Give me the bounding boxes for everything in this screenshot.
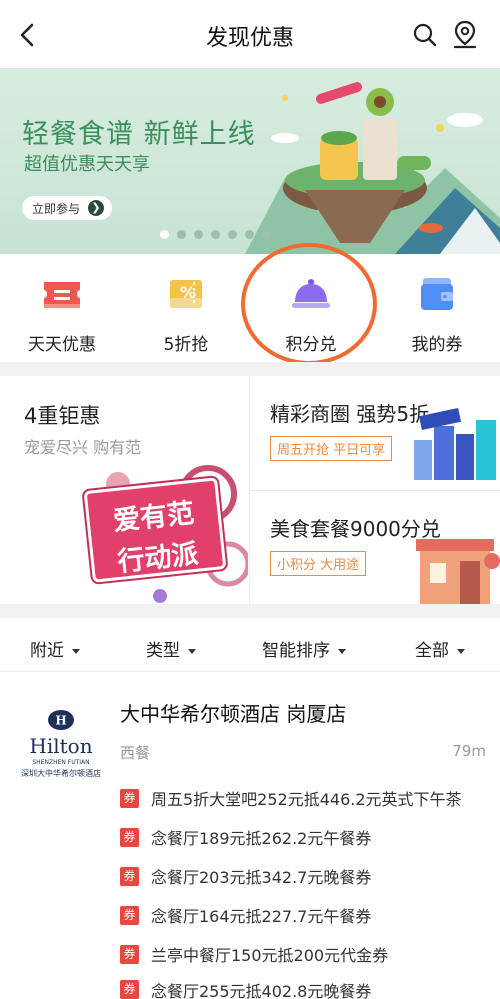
quick-nav-label: 5折抢 xyxy=(163,335,209,355)
top-bar: 发现优惠 xyxy=(0,0,500,68)
caret-down-icon xyxy=(338,648,346,654)
join-button-label: 立即参与 xyxy=(32,201,81,216)
filter-type[interactable]: 类型 xyxy=(146,636,196,661)
coupon-badge: 券 xyxy=(120,827,139,847)
coupon-badge: 券 xyxy=(120,980,139,999)
promo-banner[interactable]: 轻餐食谱 新鲜上线 超值优惠天天享 立即参与 ❯ xyxy=(0,68,500,254)
filter-label: 附近 xyxy=(30,641,64,661)
promo-art-badge: 爱有范 行动派 xyxy=(83,477,227,583)
store-category: 西餐 xyxy=(120,744,151,762)
deal-item[interactable]: 券 念餐厅164元抵227.7元午餐券 xyxy=(120,903,371,927)
caret-down-icon xyxy=(72,648,80,654)
coupon-badge: 券 xyxy=(120,944,139,964)
highlight-circle xyxy=(241,243,377,365)
deal-item[interactable]: 券 念餐厅255元抵402.8元晚餐券 xyxy=(120,980,371,999)
logo-chinese-name: 深圳大中华希尔顿酒店 xyxy=(21,769,101,778)
arrow-right-icon: ❯ xyxy=(88,200,105,216)
quick-nav-label: 我的券 xyxy=(411,335,463,355)
caret-down-icon xyxy=(457,648,465,654)
join-button[interactable]: 立即参与 ❯ xyxy=(22,196,113,220)
banner-subline: 超值优惠天天享 xyxy=(24,154,150,175)
filter-label: 全部 xyxy=(415,641,449,661)
promo-card-left[interactable]: 4重钜惠 宠爱尽兴 购有范 爱有范 行动派 xyxy=(0,376,249,604)
svg-text:%: % xyxy=(180,283,196,302)
caret-down-icon xyxy=(188,648,196,654)
filter-all[interactable]: 全部 xyxy=(415,636,465,661)
filter-label: 智能排序 xyxy=(262,641,330,661)
promo-card-right-top[interactable]: 精彩商圈 强势5折 周五开抢 平日可享 xyxy=(250,376,500,490)
percent-coupon-icon: % xyxy=(170,280,202,308)
hilton-emblem-icon: H xyxy=(48,710,74,730)
deal-item[interactable]: 券 念餐厅203元抵342.7元晚餐券 xyxy=(120,864,371,888)
wallet-icon xyxy=(421,278,453,310)
filter-bar: 附近 类型 智能排序 全部 xyxy=(0,618,500,672)
storefront-illustration xyxy=(416,539,500,604)
promo-tag: 周五开抢 平日可享 xyxy=(270,436,393,461)
deal-text: 念餐厅203元抵342.7元晚餐券 xyxy=(151,868,372,887)
quick-nav-label: 天天优惠 xyxy=(28,335,96,355)
logo-brand: Hilton xyxy=(29,734,93,758)
promo-title: 4重钜惠 xyxy=(24,404,101,428)
carousel-dot[interactable] xyxy=(211,230,220,239)
filter-label: 类型 xyxy=(146,641,180,661)
quick-nav-my-coupons[interactable]: 我的券 xyxy=(377,274,497,355)
carousel-dot[interactable] xyxy=(194,230,203,239)
filter-sort[interactable]: 智能排序 xyxy=(262,636,346,661)
coupon-badge: 券 xyxy=(120,788,139,808)
deal-item[interactable]: 券 念餐厅189元抵262.2元午餐券 xyxy=(120,825,371,849)
city-5-illustration xyxy=(414,407,496,480)
carousel-dot[interactable] xyxy=(245,230,254,239)
carousel-dot[interactable] xyxy=(228,230,237,239)
filter-nearby[interactable]: 附近 xyxy=(30,636,80,661)
deal-item[interactable]: 券 周五5折大堂吧252元抵446.2元英式下午茶 xyxy=(120,786,462,810)
deal-text: 兰亭中餐厅150元抵200元代金券 xyxy=(151,946,389,965)
deal-text: 周五5折大堂吧252元抵446.2元英式下午茶 xyxy=(151,790,462,809)
quick-nav-half-price[interactable]: % 5折抢 xyxy=(126,274,246,355)
search-icon[interactable] xyxy=(412,22,438,48)
deal-text: 念餐厅189元抵262.2元午餐券 xyxy=(151,829,372,848)
carousel-indicator xyxy=(160,230,271,239)
location-pin-icon[interactable] xyxy=(452,20,478,50)
carousel-dot[interactable] xyxy=(160,230,169,239)
banner-headline: 轻餐食谱 新鲜上线 xyxy=(22,119,256,150)
promo-card-right-bottom[interactable]: 美食套餐9000分兑 小积分 大用途 xyxy=(250,491,500,604)
section-divider xyxy=(0,362,500,376)
svg-text:H: H xyxy=(55,714,66,728)
ticket-icon xyxy=(44,282,80,308)
deal-text: 念餐厅164元抵227.7元午餐券 xyxy=(151,907,372,926)
carousel-dot[interactable] xyxy=(177,230,186,239)
store-logo[interactable]: H Hilton SHENZHEN FUTIAN 深圳大中华希尔顿酒店 xyxy=(14,694,108,778)
floating-island-illustration xyxy=(245,82,500,254)
carousel-dot[interactable] xyxy=(262,230,271,239)
deal-text: 念餐厅255元抵402.8元晚餐券 xyxy=(151,981,372,999)
promo-tag: 小积分 大用途 xyxy=(270,551,367,576)
divider xyxy=(250,490,500,491)
logo-subtitle: SHENZHEN FUTIAN xyxy=(32,759,90,766)
deal-item[interactable]: 券 兰亭中餐厅150元抵200元代金券 xyxy=(120,942,388,966)
coupon-badge: 券 xyxy=(120,866,139,886)
section-divider xyxy=(0,604,500,618)
coupon-badge: 券 xyxy=(120,905,139,925)
promo-title: 精彩商圈 强势5折 xyxy=(270,402,430,426)
quick-nav-daily-deals[interactable]: 天天优惠 xyxy=(2,274,122,355)
store-distance: 79m xyxy=(452,742,486,760)
store-name[interactable]: 大中华希尔顿酒店 岗厦店 xyxy=(120,698,346,727)
promo-subtitle: 宠爱尽兴 购有范 xyxy=(24,438,142,457)
